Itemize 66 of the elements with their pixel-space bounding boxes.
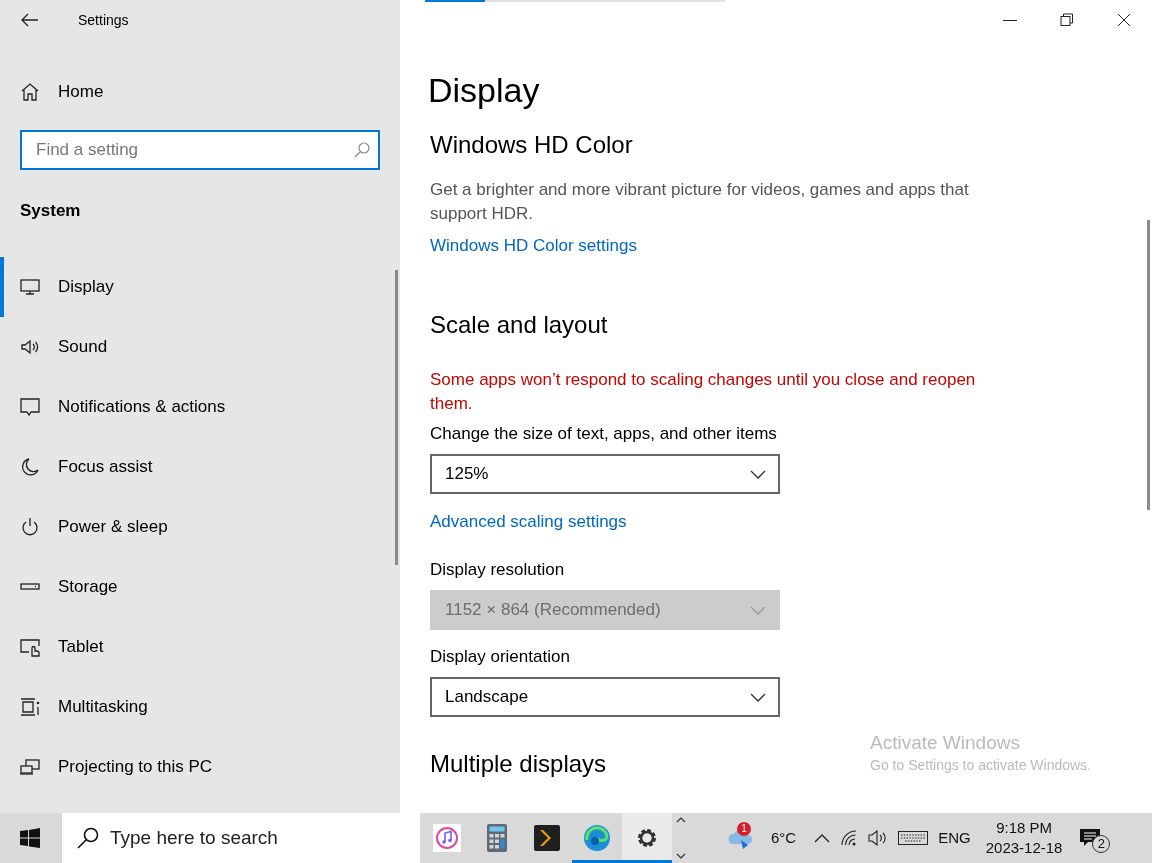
home-icon [20, 82, 40, 102]
window-title: Settings [78, 10, 129, 30]
windows-logo-icon [20, 828, 40, 848]
chevron-up-icon [676, 817, 686, 823]
settings-link[interactable]: Advanced scaling settings [430, 512, 627, 531]
clock-button[interactable]: 9:18 PM 2023-12-18 [975, 813, 1073, 863]
weather-button[interactable]: 1 6°C [722, 813, 802, 863]
sidebar-nav-item[interactable]: Storage [0, 556, 400, 617]
wave-swirl-icon [583, 823, 611, 852]
chevron-down-icon [750, 692, 766, 702]
wifi-icon [840, 830, 859, 846]
dropdown-label: Display resolution [430, 559, 565, 581]
sidebar-nav-item[interactable]: Focus assist [0, 436, 400, 497]
scroll-up-button[interactable] [676, 817, 686, 823]
warning-text: Some apps won’t respond to scaling changes until you close and reopen them. [430, 369, 977, 415]
taskbar-app-button[interactable] [622, 813, 672, 863]
chevron-down-icon [676, 853, 686, 859]
search-icon [354, 142, 370, 158]
action-center-button[interactable]: 2 [1072, 813, 1113, 863]
search-icon [77, 827, 99, 849]
sidebar-nav-item[interactable]: Projecting to this PC [0, 736, 400, 797]
section-heading: Multiple displays [430, 749, 607, 779]
tablet-touch-icon [20, 636, 40, 657]
minimize-icon [1002, 19, 1017, 21]
monitor-icon [20, 276, 40, 297]
chevron-down-icon [750, 469, 766, 479]
notification-count: 1 [737, 822, 751, 836]
scroll-down-button[interactable] [676, 853, 686, 859]
chevron-tile-icon [533, 823, 561, 852]
chevron-down-icon [750, 605, 766, 615]
keyboard-icon [898, 831, 929, 845]
sidebar-nav-item[interactable]: Sound [0, 316, 400, 377]
section-heading: Windows HD Color [430, 130, 633, 160]
sidebar-group-heading: System [20, 200, 81, 222]
activation-title: Activate Windows [870, 731, 1021, 755]
scrollbar-thumb[interactable] [1147, 220, 1150, 510]
home-nav-item[interactable]: Home [0, 62, 400, 122]
dropdown-label: Display orientation [430, 646, 570, 668]
close-icon [1116, 13, 1131, 27]
notification-count: 2 [1092, 835, 1111, 853]
speaker-icon [868, 830, 889, 846]
taskbar-search-field[interactable]: Type here to search [62, 813, 420, 863]
language-button[interactable]: ENG [933, 813, 976, 863]
sidebar-nav-item[interactable]: Notifications & actions [0, 376, 400, 437]
power-icon [20, 516, 40, 537]
moon-icon [20, 456, 40, 477]
restore-icon [1059, 13, 1074, 27]
section-heading: Scale and layout [430, 310, 608, 340]
settings-link[interactable]: Windows HD Color settings [430, 236, 637, 255]
projector-screens-icon [20, 756, 40, 777]
dropdown-label: Change the size of text, apps, and other items [430, 423, 777, 445]
back-arrow-icon [21, 13, 39, 27]
chevron-up-icon [814, 833, 831, 843]
sidebar-nav-item[interactable]: Tablet [0, 616, 400, 677]
dropdown[interactable]: 125% [430, 454, 780, 494]
speech-bubble-icon [20, 396, 40, 417]
scrollbar-thumb[interactable] [395, 270, 398, 565]
page-title: Display [428, 70, 540, 110]
dropdown[interactable]: Landscape [430, 677, 780, 717]
music-note-icon [433, 823, 461, 852]
search-field[interactable]: Find a setting [20, 130, 380, 170]
sidebar-nav-item[interactable]: Multitasking [0, 676, 400, 737]
activation-text: Go to Settings to activate Windows. [870, 756, 1091, 775]
description-text: Get a brighter and more vibrant picture for videos, games and apps that support HDR. [430, 179, 970, 225]
sidebar-nav-item[interactable]: Power & sleep [0, 496, 400, 557]
window-layout-icon [20, 696, 40, 717]
